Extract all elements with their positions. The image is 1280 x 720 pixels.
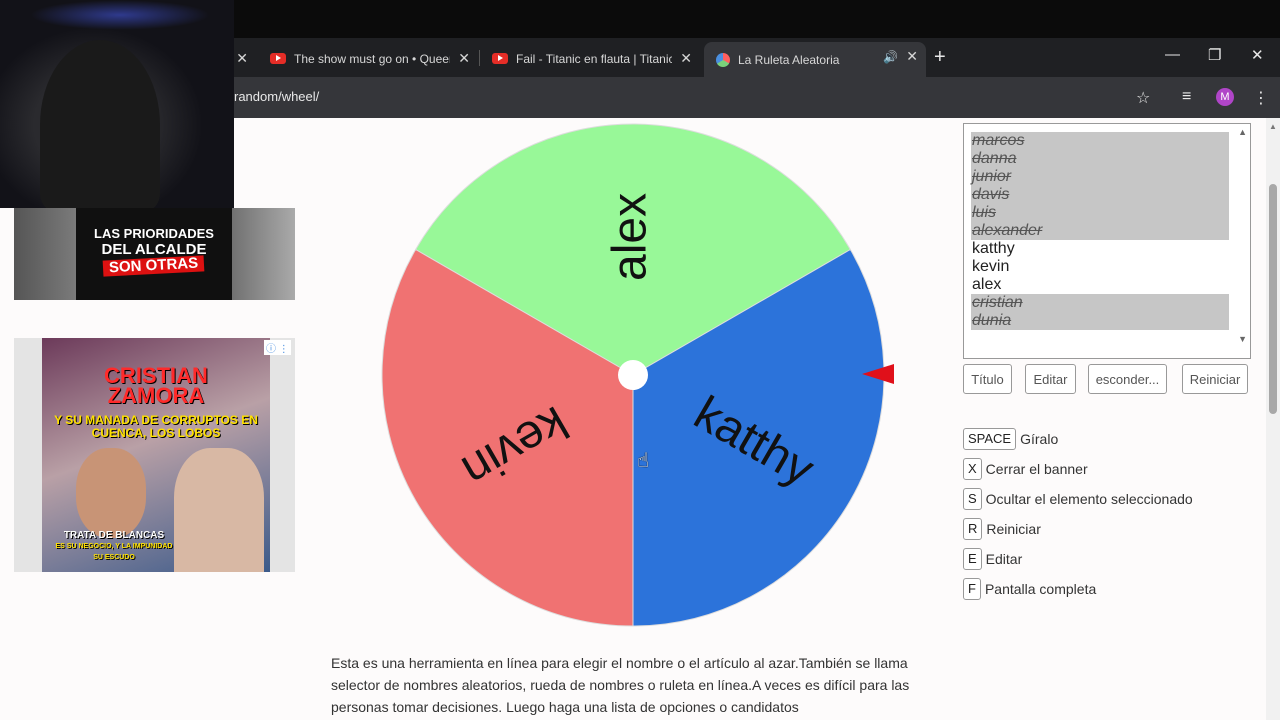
new-tab-plus-icon[interactable]: + <box>934 46 946 69</box>
ad-caption-small: ES SU NEGOCIO, Y LA IMPUNIDAD SU ESCUDO <box>55 543 173 561</box>
media-control-icon[interactable]: ≡ <box>1182 88 1191 106</box>
ad-banner-top[interactable]: LAS PRIORIDADES DEL ALCALDE SON OTRAS <box>14 208 295 300</box>
shortcut-label: Reiniciar <box>986 521 1041 537</box>
name-wheel[interactable]: alex katthy kevin <box>380 122 886 628</box>
shortcut-label: Cerrar el banner <box>985 461 1088 477</box>
key-label: R <box>963 518 983 540</box>
tab-titanic[interactable]: Fail - Titanic en flauta | Titanic f ✕ <box>480 44 700 73</box>
tab-queen[interactable]: The show must go on • Queen ✕ <box>258 44 478 73</box>
youtube-icon <box>270 53 286 64</box>
wheel-favicon-icon <box>716 52 730 67</box>
hand-cursor-icon: ☝ <box>637 450 650 472</box>
wheel-hub[interactable] <box>618 360 648 390</box>
ad-caption-main: TRATA DE BLANCAS <box>63 530 165 541</box>
names-textarea[interactable]: marcos danna junior davis luis alexander katth… <box>963 123 1251 359</box>
ad-banner-text: LAS PRIORIDADES DEL ALCALDE SON OTRAS <box>76 208 232 300</box>
shortcut-label: Pantalla completa <box>984 581 1097 597</box>
wheel-pointer-icon <box>862 364 894 384</box>
name-item: luis <box>971 204 1229 222</box>
tab-title: The show must go on • Queen <box>294 51 450 66</box>
edit-button[interactable]: Editar <box>1025 364 1076 394</box>
ad-line: DEL ALCALDE <box>101 241 207 258</box>
close-icon[interactable]: ✕ <box>236 50 248 67</box>
name-item: junior <box>971 168 1229 186</box>
menu-kebab-icon[interactable]: ⋮ <box>1253 88 1269 108</box>
key-label: S <box>963 488 982 510</box>
youtube-icon <box>492 53 508 64</box>
profile-avatar[interactable]: M <box>1216 88 1234 106</box>
name-item: alexander <box>971 222 1229 240</box>
minimize-icon[interactable]: — <box>1165 46 1180 63</box>
name-item: davis <box>971 186 1229 204</box>
ad-line: LAS PRIORIDADES <box>94 226 214 241</box>
page-content: LAS PRIORIDADES DEL ALCALDE SON OTRAS CR… <box>0 118 1266 720</box>
tab-title: La Ruleta Aleatoria <box>738 52 840 67</box>
scroll-down-icon[interactable]: ▼ <box>1238 334 1247 344</box>
title-button[interactable]: Título <box>963 364 1012 394</box>
key-label: F <box>963 578 981 600</box>
speaker-icon[interactable]: 🔊 <box>883 50 898 64</box>
close-window-icon[interactable]: ✕ <box>1251 46 1264 64</box>
name-item: katthy <box>972 240 1015 257</box>
shortcut-s: S Ocultar el elemento seleccionado <box>963 488 1193 510</box>
webcam-person <box>40 40 160 208</box>
description-text: Esta es una herramienta en línea para el… <box>331 655 910 715</box>
address-bar[interactable]: random/wheel/ <box>234 89 319 104</box>
page-scrollbar[interactable]: ▲ <box>1266 118 1280 720</box>
name-item: alex <box>972 276 1002 293</box>
ad-line-red: SON OTRAS <box>103 255 205 277</box>
shortcut-e: E Editar <box>963 548 1022 570</box>
shortcut-x: X Cerrar el banner <box>963 458 1088 480</box>
ad-headline: CRISTIAN ZAMORA <box>42 365 270 408</box>
tab-title: Fail - Titanic en flauta | Titanic f <box>516 51 672 66</box>
names-list: marcos danna junior davis luis alexander katth… <box>971 132 1229 330</box>
name-item: kevin <box>972 258 1010 275</box>
scroll-up-icon[interactable]: ▲ <box>1238 127 1247 137</box>
adchoices-icon[interactable]: ⓘ ⋮ <box>264 340 291 355</box>
webcam-lights <box>30 0 210 30</box>
shortcut-label: Editar <box>985 551 1023 567</box>
shortcut-label: Gíralo <box>1020 431 1059 447</box>
name-item: dunia <box>971 312 1229 330</box>
wheel-label-alex: alex <box>604 193 657 281</box>
close-icon[interactable]: ✕ <box>680 50 692 67</box>
name-item: danna <box>971 150 1229 168</box>
webcam-overlay <box>0 0 234 208</box>
shortcut-space: SPACE Gíralo <box>963 428 1058 450</box>
name-item: cristian <box>971 294 1229 312</box>
scroll-up-icon[interactable]: ▲ <box>1269 122 1277 131</box>
shortcut-f: F Pantalla completa <box>963 578 1096 600</box>
ad-caption: TRATA DE BLANCAS ES SU NEGOCIO, Y LA IMP… <box>54 530 174 563</box>
restore-icon[interactable]: ❐ <box>1208 46 1221 64</box>
key-label: E <box>963 548 982 570</box>
key-label: SPACE <box>963 428 1017 450</box>
ad-banner-side[interactable]: CRISTIAN ZAMORA Y SU MANADA DE CORRUPTOS… <box>14 338 295 572</box>
shortcut-label: Ocultar el elemento seleccionado <box>985 491 1193 507</box>
close-icon[interactable]: ✕ <box>906 48 918 65</box>
wheel-svg[interactable]: alexkatthykevin <box>380 122 886 628</box>
key-label: X <box>963 458 982 480</box>
ad-headline-2: ZAMORA <box>107 383 205 408</box>
hide-button[interactable]: esconder... <box>1088 364 1167 394</box>
ad-subline: Y SU MANADA DE CORRUPTOS EN CUENCA, LOS … <box>54 413 258 440</box>
reset-button[interactable]: Reiniciar <box>1182 364 1248 394</box>
close-icon[interactable]: ✕ <box>458 50 470 67</box>
ad-face-photo <box>76 448 146 538</box>
ad-tattoo-photo <box>174 448 264 572</box>
name-item: marcos <box>971 132 1229 150</box>
bookmark-star-icon[interactable]: ☆ <box>1136 88 1150 108</box>
scrollbar-thumb[interactable] <box>1269 184 1277 414</box>
shortcut-r: R Reiniciar <box>963 518 1041 540</box>
tab-ruleta-active[interactable]: La Ruleta Aleatoria 🔊 ✕ <box>704 42 926 77</box>
